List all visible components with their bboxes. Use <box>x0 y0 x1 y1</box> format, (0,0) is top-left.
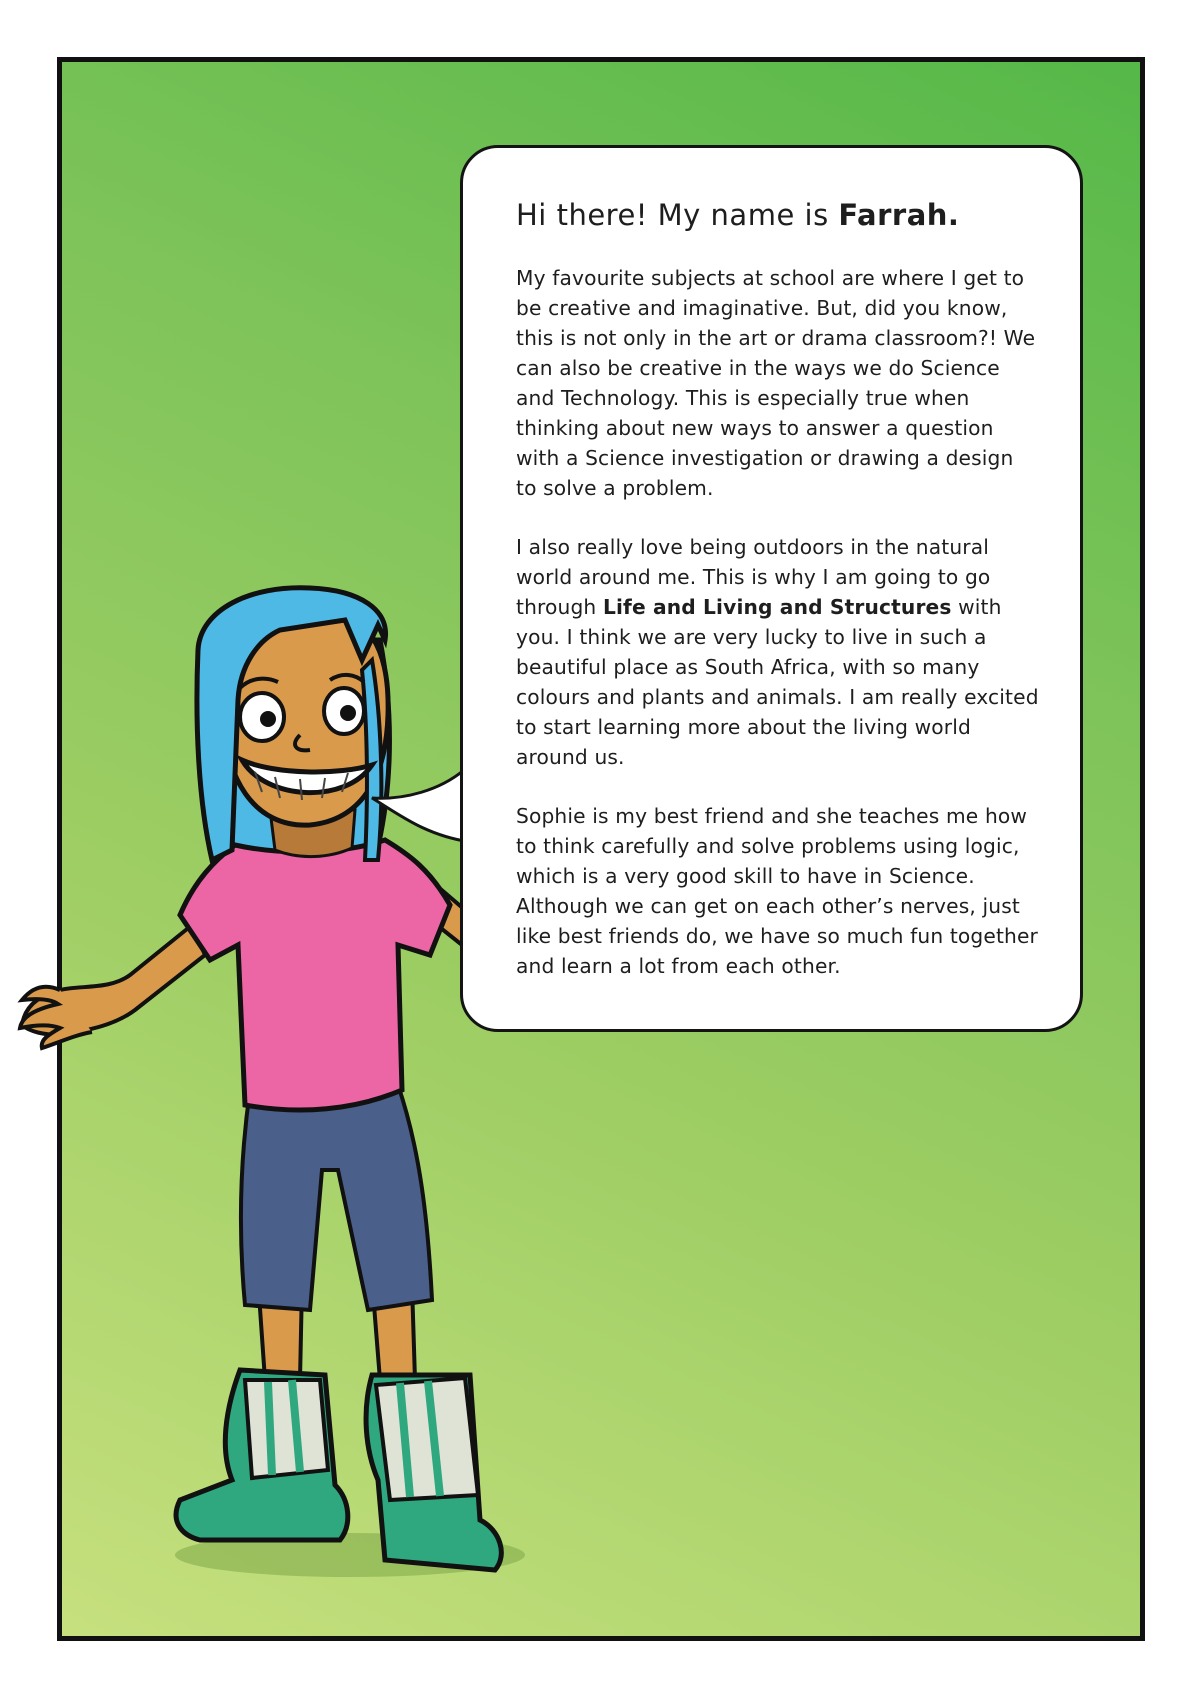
greeting-text: Hi there! My name is <box>516 198 839 232</box>
paragraph-outdoors: I also really love being outdoors in the… <box>516 532 1040 772</box>
greeting-heading: Hi there! My name is Farrah. <box>516 198 1040 233</box>
character-name: Farrah. <box>838 198 960 232</box>
strand-names: Life and Living and Structures <box>602 594 952 619</box>
paragraph-favourite-subjects: My favourite subjects at school are wher… <box>516 265 1036 500</box>
speech-bubble: Hi there! My name is Farrah. My favourit… <box>460 145 1083 1032</box>
paragraph-best-friend: Sophie is my best friend and she teaches… <box>516 803 1038 978</box>
paragraph-outdoors-end: with you. I think we are very lucky to l… <box>516 594 1039 769</box>
